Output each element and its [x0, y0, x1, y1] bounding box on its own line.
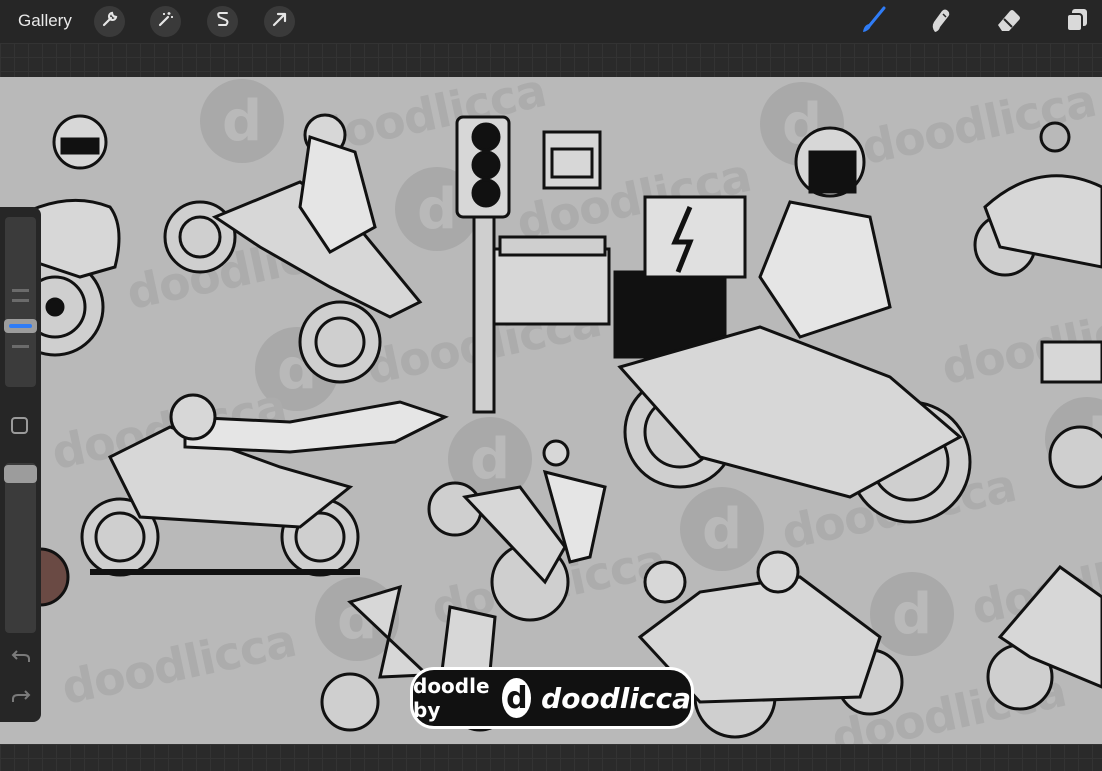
canvas-backdrop-bottom: [0, 744, 1102, 771]
arrow-cursor-icon: [271, 10, 289, 33]
adjustments-button[interactable]: [150, 6, 181, 37]
motorcycle-illustrations: [0, 113, 1102, 739]
brush-size-slider[interactable]: [5, 217, 36, 387]
smudge-tool-button[interactable]: [924, 6, 956, 38]
doodlicca-logo-icon: d: [502, 678, 532, 718]
left-sidebar: [0, 207, 41, 722]
brush-icon: [858, 5, 888, 40]
transform-button[interactable]: [264, 6, 295, 37]
layers-icon: [1062, 5, 1092, 40]
brush-size-handle[interactable]: [4, 319, 37, 333]
eraser-tool-button[interactable]: [992, 6, 1024, 38]
eraser-icon: [993, 5, 1023, 40]
doodle-by-badge: doodle by d doodlicca: [410, 667, 694, 729]
delivery-motorcycle: [613, 126, 972, 524]
opacity-handle[interactable]: [4, 465, 37, 483]
magic-wand-icon: [157, 10, 175, 33]
superbike-stunt: [80, 393, 449, 577]
smudge-icon: [925, 5, 955, 40]
brush-tool-button[interactable]: [857, 6, 889, 38]
battery-large: [492, 235, 611, 326]
battery-small: [542, 130, 602, 190]
gallery-button[interactable]: Gallery: [18, 11, 72, 31]
wrench-icon: [101, 10, 119, 33]
wheelie-motorcycle: [163, 113, 423, 384]
cub-motorcycle: [986, 564, 1102, 711]
badge-prefix: doodle by: [413, 674, 490, 722]
canvas-backdrop-top: [0, 43, 1102, 77]
opacity-slider[interactable]: [5, 463, 36, 633]
selection-button[interactable]: [207, 6, 238, 37]
actions-button[interactable]: [94, 6, 125, 37]
drawing-canvas[interactable]: d d d d d d d d d doodlicca doodlicca do…: [0, 77, 1102, 744]
undo-icon[interactable]: [10, 647, 32, 667]
square-modify-icon[interactable]: [11, 417, 28, 434]
scooter-right-mid: [1040, 340, 1102, 489]
layers-tool-button[interactable]: [1061, 6, 1093, 38]
top-toolbar: Gallery: [0, 0, 1102, 43]
redo-icon[interactable]: [10, 687, 32, 707]
vespa-scooter: [973, 121, 1102, 277]
badge-brand: doodlicca: [541, 681, 691, 715]
dirtbike-wheelie: [427, 439, 607, 622]
selection-s-icon: [214, 10, 232, 33]
